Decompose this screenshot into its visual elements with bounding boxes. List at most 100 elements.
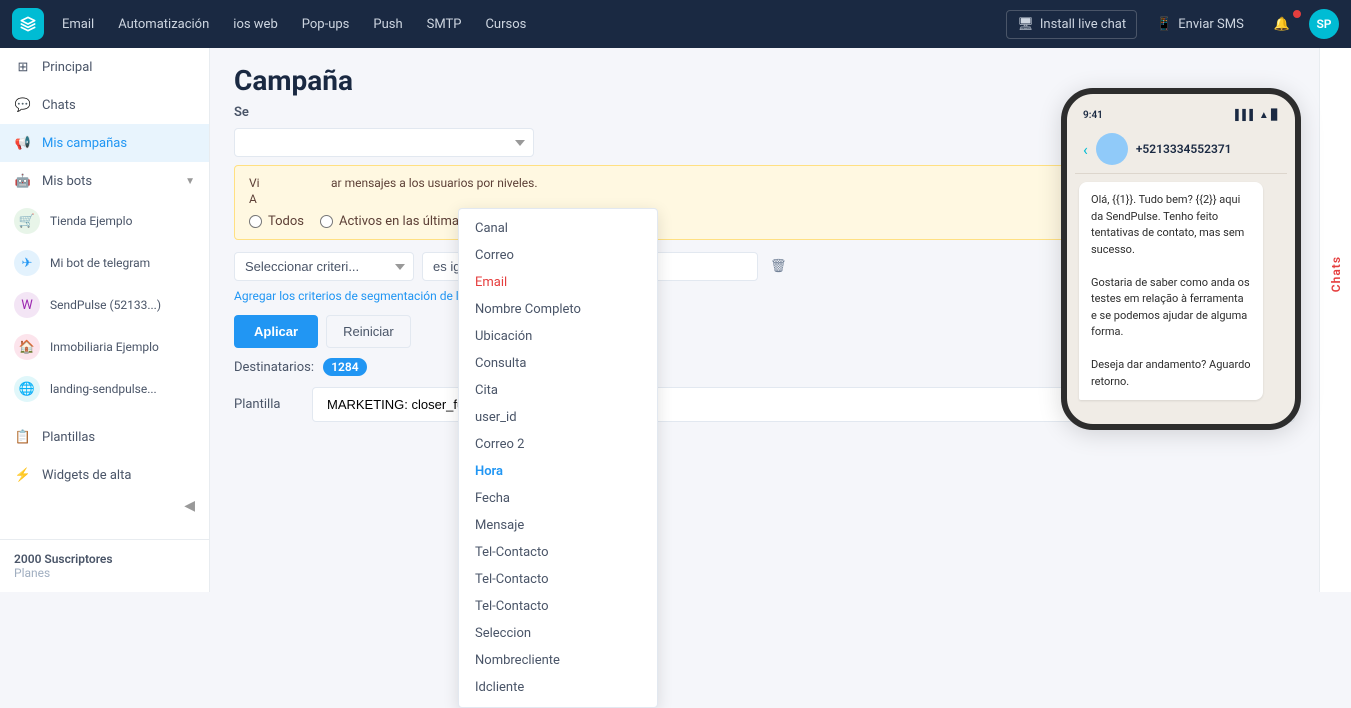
topnav-right: 🖥 Install live chat 📱 Enviar SMS 🔔 SP	[1006, 9, 1339, 39]
bot-avatar-telegram: ✈	[14, 250, 40, 276]
radio-todos-label: Todos	[268, 214, 304, 229]
phone-time: 9:41	[1083, 110, 1103, 121]
chat-message-text: Olá, {{1}}. Tudo bem? {{2}} aqui da Send…	[1091, 193, 1251, 388]
sidebar-item-mis-bots[interactable]: 🤖 Mis bots ▼	[0, 162, 209, 200]
reset-button[interactable]: Reiniciar	[326, 315, 411, 348]
sidebar-bot-sendpulse[interactable]: W SendPulse (52133...)	[0, 284, 209, 326]
install-live-chat-label: Install live chat	[1040, 17, 1126, 32]
bot-label-landing: landing-sendpulse...	[50, 382, 157, 396]
topnav-popups[interactable]: Pop-ups	[292, 11, 360, 38]
logo[interactable]	[12, 8, 44, 40]
topnav-iosweb[interactable]: ios web	[223, 11, 287, 38]
avatar[interactable]: SP	[1309, 9, 1339, 39]
install-live-chat-button[interactable]: 🖥 Install live chat	[1006, 10, 1137, 39]
notifications-button[interactable]: 🔔	[1263, 10, 1301, 39]
criteria-field-select[interactable]: Seleccionar criteri...	[234, 252, 414, 281]
dropdown-menu: Canal Correo Email Nombre Completo Ubica…	[458, 208, 658, 708]
phone-preview: 9:41 ▌▌▌ ▲ ▊ ‹ +5213334552371 Olá, {{1}}…	[1061, 88, 1301, 430]
sidebar-item-chats-label: Chats	[42, 98, 195, 113]
bot-avatar-inmobiliaria: 🏠	[14, 334, 40, 360]
enviar-sms-button[interactable]: 📱 Enviar SMS	[1145, 10, 1255, 39]
right-sidebar-chats-label[interactable]: Chats	[1325, 248, 1347, 300]
collapse-icon: ◀	[184, 498, 195, 514]
sidebar-item-widgets-label: Widgets de alta	[42, 468, 195, 483]
apply-button[interactable]: Aplicar	[234, 315, 318, 348]
bot-icon: 🤖	[14, 172, 32, 190]
home-icon: ⊞	[14, 58, 32, 76]
topnav: Email Automatización ios web Pop-ups Pus…	[0, 0, 1351, 48]
dropdown-item-tel-contacto-2[interactable]: Tel-Contacto	[459, 566, 657, 593]
sidebar-item-mis-campanas[interactable]: 📢 Mis campañas	[0, 124, 209, 162]
enviar-sms-label: Enviar SMS	[1178, 17, 1244, 32]
plantilla-label: Plantilla	[234, 397, 304, 412]
dropdown-item-seleccion[interactable]: Seleccion	[459, 620, 657, 647]
dropdown-item-hora[interactable]: Hora	[459, 458, 657, 485]
dropdown-item-mensaje[interactable]: Mensaje	[459, 512, 657, 539]
phone-frame: 9:41 ▌▌▌ ▲ ▊ ‹ +5213334552371 Olá, {{1}}…	[1061, 88, 1301, 430]
dropdown-item-cita[interactable]: Cita	[459, 377, 657, 404]
campaign-icon: 📢	[14, 134, 32, 152]
radio-activos-input[interactable]	[320, 215, 333, 228]
bot-label-telegram: Mi bot de telegram	[50, 256, 150, 270]
phone-header: ‹ +5213334552371	[1075, 125, 1287, 174]
chat-icon: 💬	[14, 96, 32, 114]
topnav-smtp[interactable]: SMTP	[417, 11, 472, 38]
back-icon[interactable]: ‹	[1083, 140, 1088, 159]
contact-avatar	[1096, 133, 1128, 165]
topnav-automatizacion[interactable]: Automatización	[108, 11, 219, 38]
bot-avatar-sendpulse: W	[14, 292, 40, 318]
dropdown-item-consulta[interactable]: Consulta	[459, 350, 657, 377]
delete-criteria-button[interactable]: 🗑	[766, 255, 791, 278]
bell-icon: 🔔	[1274, 17, 1290, 32]
dropdown-item-correo[interactable]: Correo	[459, 242, 657, 269]
sidebar-item-mis-bots-label: Mis bots	[42, 174, 175, 189]
content-wrapper: Campaña Se Vi ar mensajes a los usuarios…	[210, 48, 1351, 592]
bot-avatar-landing: 🌐	[14, 376, 40, 402]
sidebar-bot-telegram[interactable]: ✈ Mi bot de telegram	[0, 242, 209, 284]
add-criteria-link[interactable]: Agregar los criterios de segmentación de…	[234, 289, 491, 303]
dropdown-item-email[interactable]: Email	[459, 269, 657, 296]
dropdown-item-tel-contacto-3[interactable]: Tel-Contacto	[459, 593, 657, 620]
sidebar-item-plantillas[interactable]: 📋 Plantillas	[0, 418, 209, 456]
sidebar-item-chats[interactable]: 💬 Chats	[0, 86, 209, 124]
sidebar-item-mis-campanas-label: Mis campañas	[42, 136, 195, 151]
dropdown-item-fecha[interactable]: Fecha	[459, 485, 657, 512]
layout: ⊞ Principal 💬 Chats 📢 Mis campañas 🤖 Mis…	[0, 48, 1351, 592]
bot-label-sendpulse: SendPulse (52133...)	[50, 298, 161, 312]
sidebar-item-principal[interactable]: ⊞ Principal	[0, 48, 209, 86]
dropdown-item-tel-contacto-1[interactable]: Tel-Contacto	[459, 539, 657, 566]
bot-label-tienda: Tienda Ejemplo	[50, 214, 132, 228]
sidebar-bot-landing[interactable]: 🌐 landing-sendpulse...	[0, 368, 209, 410]
sidebar-item-widgets[interactable]: ⚡ Widgets de alta	[0, 456, 209, 494]
plan-label: 2000 Suscriptores	[14, 552, 195, 566]
radio-todos-input[interactable]	[249, 215, 262, 228]
widget-icon: ⚡	[14, 466, 32, 484]
dropdown-item-user-id[interactable]: user_id	[459, 404, 657, 431]
dropdown-item-ubicacion[interactable]: Ubicación	[459, 323, 657, 350]
radio-todos[interactable]: Todos	[249, 214, 304, 229]
dropdown-item-correo-2[interactable]: Correo 2	[459, 431, 657, 458]
sidebar-bot-tienda-ejemplo[interactable]: 🛒 Tienda Ejemplo	[0, 200, 209, 242]
chat-message-bubble: Olá, {{1}}. Tudo bem? {{2}} aqui da Send…	[1079, 182, 1263, 400]
chevron-down-icon: ▼	[185, 176, 195, 187]
topnav-cursos[interactable]: Cursos	[475, 11, 536, 38]
sidebar-footer: 2000 Suscriptores Planes	[0, 539, 209, 592]
segment-info-text: Vi ar mensajes a los usuarios por nivele…	[249, 176, 538, 190]
segment-filter-select[interactable]	[234, 128, 534, 157]
sidebar-item-plantillas-label: Plantillas	[42, 430, 195, 445]
bot-label-inmobiliaria: Inmobiliaria Ejemplo	[50, 340, 159, 354]
topnav-push[interactable]: Push	[363, 11, 412, 38]
dropdown-item-nombrecliente[interactable]: Nombrecliente	[459, 647, 657, 674]
sidebar-collapse-btn[interactable]: ◀	[0, 494, 209, 518]
sidebar-item-principal-label: Principal	[42, 60, 195, 75]
segment-filter-select-wrapper	[234, 128, 534, 157]
dropdown-item-nombre-completo[interactable]: Nombre Completo	[459, 296, 657, 323]
sidebar-bot-inmobiliaria[interactable]: 🏠 Inmobiliaria Ejemplo	[0, 326, 209, 368]
recipients-count-badge: 1284	[323, 358, 366, 376]
dropdown-item-idcliente[interactable]: Idcliente	[459, 674, 657, 701]
dropdown-item-canal[interactable]: Canal	[459, 215, 657, 242]
bot-avatar-tienda: 🛒	[14, 208, 40, 234]
template-icon: 📋	[14, 428, 32, 446]
recipients-label: Destinatarios:	[234, 360, 314, 375]
topnav-email[interactable]: Email	[52, 11, 104, 38]
